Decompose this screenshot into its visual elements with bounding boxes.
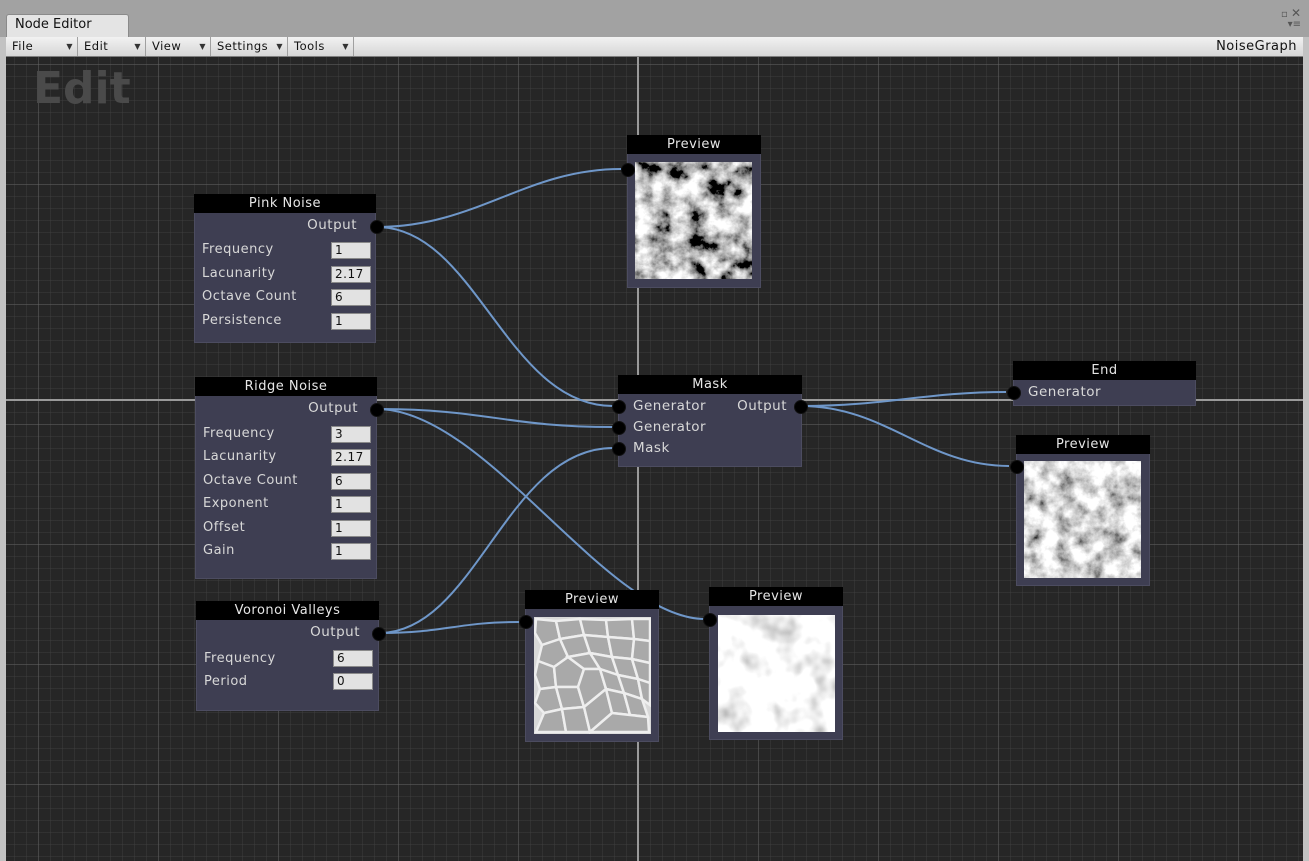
output-label: Output bbox=[737, 398, 787, 414]
input-port[interactable] bbox=[519, 615, 533, 629]
field-label: Octave Count bbox=[202, 289, 297, 304]
preview-node[interactable]: Preview bbox=[703, 587, 843, 740]
input-port[interactable] bbox=[1010, 460, 1024, 474]
chevron-down-icon: ▼ bbox=[276, 42, 283, 51]
lacunarity-input[interactable]: 2.17 bbox=[331, 449, 371, 466]
wire-voronoi-to-preview bbox=[378, 621, 521, 634]
node-title: Preview bbox=[627, 135, 761, 154]
chevron-down-icon: ▼ bbox=[342, 42, 349, 51]
wire-mask-to-end bbox=[800, 391, 1007, 407]
close-icon[interactable]: ✕ bbox=[1291, 6, 1301, 20]
input-label: Generator bbox=[633, 419, 707, 435]
chevron-down-icon: ▼ bbox=[134, 42, 141, 51]
input-port[interactable] bbox=[612, 421, 626, 435]
menu-settings[interactable]: Settings ▼ bbox=[211, 37, 288, 56]
octave-count-input[interactable]: 6 bbox=[331, 473, 371, 490]
input-label: Mask bbox=[633, 440, 670, 456]
voronoi-valleys-node[interactable]: Voronoi Valleys Output Frequency 6 Perio… bbox=[196, 601, 386, 711]
field-label: Persistence bbox=[202, 313, 282, 328]
menu-bar: File ▼ Edit ▼ View ▼ Settings ▼ Tools ▼ Noise… bbox=[6, 37, 1303, 57]
menu-label: Settings bbox=[217, 39, 269, 53]
field-label: Frequency bbox=[203, 426, 275, 441]
chevron-down-icon: ▼ bbox=[199, 42, 206, 51]
offset-input[interactable]: 1 bbox=[331, 520, 371, 537]
field-label: Exponent bbox=[203, 496, 269, 511]
ridge-noise-node[interactable]: Ridge Noise Output Frequency 3 Lacunarit… bbox=[195, 377, 384, 579]
field-label: Frequency bbox=[204, 651, 276, 666]
field-label: Frequency bbox=[202, 242, 274, 257]
input-label: Generator bbox=[1028, 384, 1102, 400]
output-port[interactable] bbox=[372, 627, 386, 641]
output-port[interactable] bbox=[794, 400, 808, 414]
wire-mask-to-preview bbox=[800, 405, 1010, 467]
noise-preview-image bbox=[1024, 461, 1141, 578]
gain-input[interactable]: 1 bbox=[331, 543, 371, 560]
preview-node[interactable]: Preview bbox=[519, 590, 659, 742]
wire-pink-to-mask bbox=[376, 226, 614, 407]
node-title: Preview bbox=[525, 590, 659, 609]
field-label: Lacunarity bbox=[203, 449, 277, 464]
menu-tools[interactable]: Tools ▼ bbox=[288, 37, 354, 56]
node-title: End bbox=[1013, 361, 1196, 380]
output-label: Output bbox=[308, 400, 358, 416]
preview-node[interactable]: Preview bbox=[621, 135, 761, 288]
noise-preview-image bbox=[534, 617, 651, 734]
wire-ridge-to-mask bbox=[376, 408, 614, 428]
node-title: Preview bbox=[709, 587, 843, 606]
menu-label: Edit bbox=[84, 39, 109, 53]
frequency-input[interactable]: 1 bbox=[331, 242, 371, 259]
preview-node[interactable]: Preview bbox=[1010, 435, 1150, 586]
input-label: Generator bbox=[633, 398, 707, 414]
window-controls: ▫ ✕ ▾≡ bbox=[1281, 6, 1301, 30]
window-tab-bar: Node Editor ▫ ✕ ▾≡ bbox=[0, 0, 1309, 37]
menu-label: View bbox=[152, 39, 182, 53]
period-input[interactable]: 0 bbox=[333, 673, 373, 690]
node-title: Mask bbox=[618, 375, 802, 394]
node-title: Voronoi Valleys bbox=[196, 601, 379, 620]
input-port[interactable] bbox=[703, 613, 717, 627]
output-port[interactable] bbox=[370, 220, 384, 234]
node-editor-tab[interactable]: Node Editor bbox=[6, 14, 129, 37]
chevron-down-icon: ▼ bbox=[66, 42, 73, 51]
noise-preview-image bbox=[718, 615, 835, 732]
frequency-input[interactable]: 3 bbox=[331, 426, 371, 443]
input-port[interactable] bbox=[1007, 386, 1021, 400]
lacunarity-input[interactable]: 2.17 bbox=[331, 266, 371, 283]
menu-label: Tools bbox=[294, 39, 325, 53]
mask-node[interactable]: Mask Generator Generator Mask Output bbox=[612, 375, 808, 467]
wire-pink-to-preview bbox=[376, 168, 622, 228]
end-node[interactable]: End Generator bbox=[1007, 361, 1196, 406]
menu-label: File bbox=[12, 39, 34, 53]
field-label: Lacunarity bbox=[202, 266, 276, 281]
menu-edit[interactable]: Edit ▼ bbox=[78, 37, 146, 56]
menu-view[interactable]: View ▼ bbox=[146, 37, 211, 56]
persistence-input[interactable]: 1 bbox=[331, 313, 371, 330]
node-title: Pink Noise bbox=[194, 194, 376, 213]
node-title: Ridge Noise bbox=[195, 377, 377, 396]
menu-file[interactable]: File ▼ bbox=[6, 37, 78, 56]
input-port[interactable] bbox=[612, 400, 626, 414]
input-port[interactable] bbox=[612, 442, 626, 456]
noise-preview-image bbox=[635, 162, 752, 279]
frequency-input[interactable]: 6 bbox=[333, 650, 373, 667]
graph-name: NoiseGraph bbox=[1216, 39, 1297, 54]
input-port[interactable] bbox=[621, 163, 635, 177]
exponent-input[interactable]: 1 bbox=[331, 496, 371, 513]
field-label: Offset bbox=[203, 520, 246, 535]
field-label: Period bbox=[204, 674, 248, 689]
menu-icon[interactable]: ▾≡ bbox=[1288, 19, 1301, 30]
output-label: Output bbox=[307, 217, 357, 233]
output-label: Output bbox=[310, 624, 360, 640]
octave-count-input[interactable]: 6 bbox=[331, 289, 371, 306]
node-title: Preview bbox=[1016, 435, 1150, 454]
output-port[interactable] bbox=[370, 403, 384, 417]
field-label: Octave Count bbox=[203, 473, 298, 488]
pink-noise-node[interactable]: Pink Noise Output Frequency 1 Lacunarity… bbox=[194, 194, 384, 343]
field-label: Gain bbox=[203, 543, 235, 558]
node-canvas[interactable]: Edit Pink Noise Output Frequency 1 Lacun… bbox=[6, 57, 1303, 861]
